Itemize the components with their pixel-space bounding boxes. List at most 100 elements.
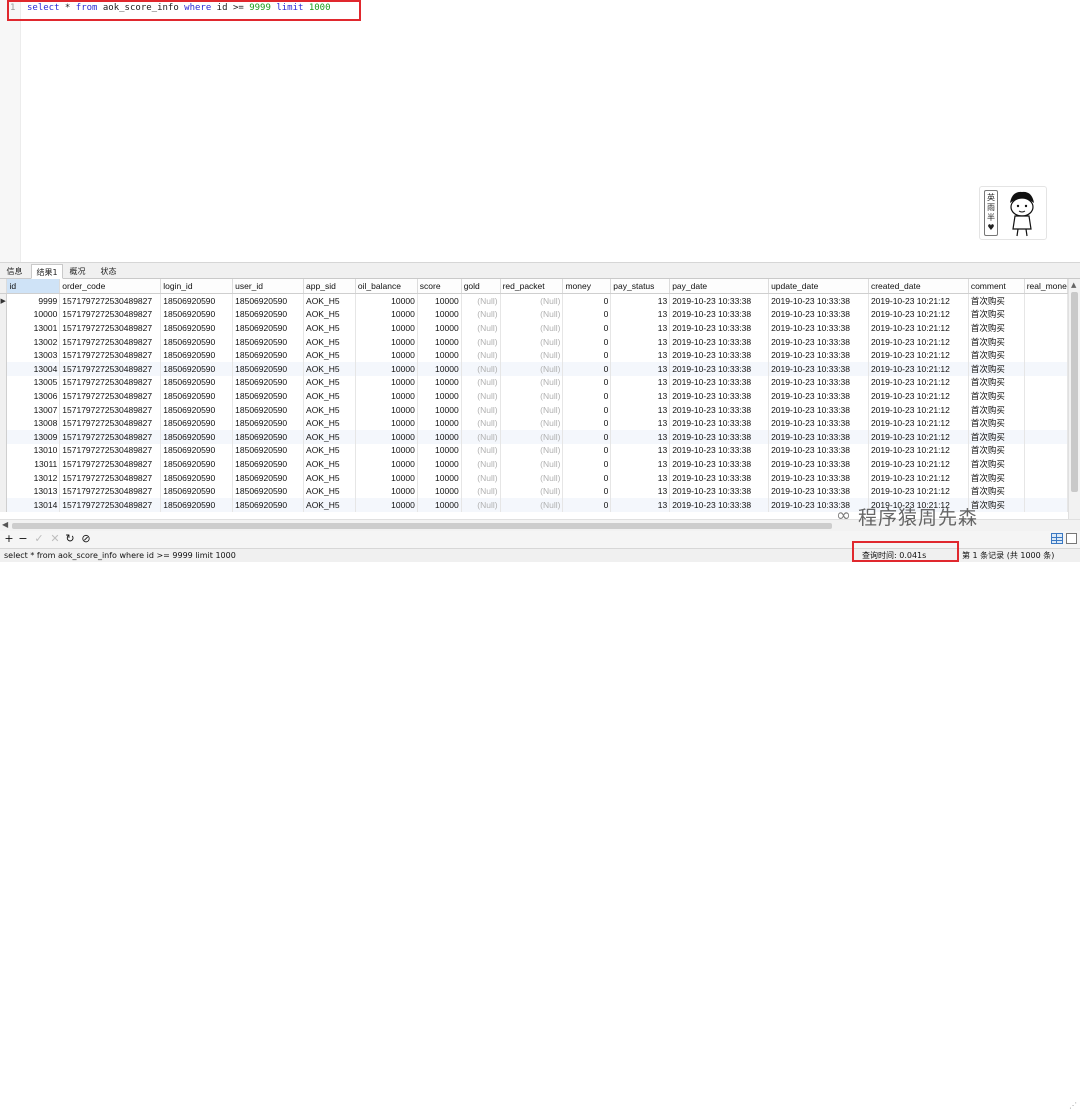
table-cell[interactable]: 2019-10-23 10:33:38 (768, 443, 869, 458)
table-cell[interactable]: 1571797272530489827 (59, 457, 162, 471)
table-cell[interactable]: 18506920590 (160, 457, 234, 471)
table-cell[interactable]: 18506920590 (160, 334, 234, 349)
table-cell[interactable]: 0 (562, 497, 612, 512)
table-cell[interactable]: AOK_H5 (303, 361, 356, 376)
table-cell[interactable]: 13 (610, 497, 671, 512)
table-cell[interactable]: 首次购买 (968, 457, 1025, 471)
table-cell[interactable]: 18506920590 (232, 293, 305, 308)
table-cell[interactable] (1024, 321, 1068, 335)
table-cell[interactable]: 2019-10-23 10:33:38 (669, 443, 770, 458)
table-cell[interactable]: 首次购买 (968, 375, 1025, 390)
table-cell[interactable]: 1571797272530489827 (59, 429, 162, 444)
table-cell[interactable]: 18506920590 (160, 470, 234, 485)
scroll-up-icon[interactable]: ▲ (1071, 281, 1076, 289)
tab-status[interactable]: 状态 (96, 264, 121, 279)
table-cell[interactable]: 2019-10-23 10:33:38 (669, 334, 770, 349)
tab-info[interactable]: 信息 (2, 264, 27, 279)
table-cell[interactable]: 2019-10-23 10:33:38 (669, 402, 770, 417)
table-cell[interactable]: 10000 (417, 429, 462, 444)
table-cell[interactable]: 2019-10-23 10:33:38 (669, 457, 770, 471)
table-cell[interactable]: (Null) (500, 334, 564, 349)
table-cell[interactable]: AOK_H5 (303, 497, 356, 512)
tab-profile[interactable]: 概况 (65, 264, 90, 279)
table-cell[interactable]: 1571797272530489827 (59, 416, 162, 430)
table-cell[interactable]: 2019-10-23 10:21:12 (868, 484, 969, 498)
table-cell[interactable]: 13 (610, 348, 671, 362)
table-cell[interactable]: 10000 (417, 470, 462, 485)
table-cell[interactable]: (Null) (461, 348, 501, 362)
table-cell[interactable]: 13 (610, 457, 671, 471)
table-cell[interactable]: 0 (562, 307, 612, 322)
row-indicator[interactable] (0, 348, 8, 362)
table-row[interactable]: 13001 1571797272530489827 18506920590 18506… (0, 321, 1068, 335)
table-cell[interactable]: 首次购买 (968, 402, 1025, 417)
table-cell[interactable]: 2019-10-23 10:33:38 (669, 293, 770, 308)
table-cell[interactable]: 18506920590 (232, 457, 305, 471)
table-cell[interactable] (1024, 484, 1068, 498)
table-row[interactable]: 13008 1571797272530489827 18506920590 18506… (0, 416, 1068, 430)
table-cell[interactable]: 0 (562, 361, 612, 376)
table-cell[interactable]: (Null) (461, 497, 501, 512)
table-cell[interactable]: 18506920590 (232, 348, 305, 362)
column-header-money[interactable]: money (562, 279, 612, 294)
table-cell[interactable]: 18506920590 (160, 497, 234, 512)
table-cell[interactable]: (Null) (461, 457, 501, 471)
table-cell[interactable]: 18506920590 (160, 484, 234, 498)
table-cell[interactable]: 10000 (417, 484, 462, 498)
table-cell[interactable]: 13 (610, 470, 671, 485)
row-indicator[interactable] (0, 389, 8, 403)
table-cell[interactable]: 13010 (6, 443, 61, 458)
table-row[interactable]: 13002 1571797272530489827 18506920590 18506… (0, 334, 1068, 349)
table-cell[interactable]: 2019-10-23 10:33:38 (768, 470, 869, 485)
table-cell[interactable]: 首次购买 (968, 429, 1025, 444)
row-indicator[interactable] (0, 470, 8, 485)
table-cell[interactable]: 18506920590 (232, 443, 305, 458)
table-cell[interactable]: 1571797272530489827 (59, 470, 162, 485)
table-cell[interactable]: (Null) (500, 443, 564, 458)
sql-editor[interactable]: 1 select * from aok_score_info where id … (0, 0, 1080, 262)
table-cell[interactable]: 0 (562, 402, 612, 417)
table-cell[interactable]: 2019-10-23 10:21:12 (868, 348, 969, 362)
table-cell[interactable]: 2019-10-23 10:33:38 (669, 470, 770, 485)
table-cell[interactable]: 2019-10-23 10:33:38 (768, 497, 869, 512)
column-header-pay-date[interactable]: pay_date (669, 279, 770, 294)
minus-icon[interactable]: − (16, 532, 30, 546)
table-cell[interactable]: 10000 (355, 484, 418, 498)
table-cell[interactable] (1024, 429, 1068, 444)
table-cell[interactable]: (Null) (461, 484, 501, 498)
table-cell[interactable]: 2019-10-23 10:33:38 (669, 389, 770, 403)
table-cell[interactable]: 18506920590 (232, 429, 305, 444)
table-cell[interactable]: 2019-10-23 10:33:38 (768, 361, 869, 376)
table-cell[interactable]: 13001 (6, 321, 61, 335)
row-indicator[interactable] (0, 307, 8, 322)
table-cell[interactable]: 10000 (417, 416, 462, 430)
table-cell[interactable]: 13009 (6, 429, 61, 444)
column-header-created-date[interactable]: created_date (868, 279, 969, 294)
table-cell[interactable]: 18506920590 (232, 402, 305, 417)
table-cell[interactable]: (Null) (461, 470, 501, 485)
table-cell[interactable]: (Null) (500, 375, 564, 390)
table-cell[interactable]: 13 (610, 429, 671, 444)
table-cell[interactable]: 2019-10-23 10:33:38 (768, 293, 869, 308)
table-cell[interactable]: 18506920590 (232, 416, 305, 430)
table-cell[interactable]: 10000 (417, 361, 462, 376)
table-cell[interactable]: 0 (562, 457, 612, 471)
table-cell[interactable]: 13008 (6, 416, 61, 430)
result-grid[interactable]: id order_code login_id user_id app_sid oil_ba… (0, 279, 1068, 519)
table-cell[interactable]: AOK_H5 (303, 293, 356, 308)
table-cell[interactable]: 2019-10-23 10:33:38 (669, 307, 770, 322)
table-cell[interactable]: 13014 (6, 497, 61, 512)
table-cell[interactable]: AOK_H5 (303, 429, 356, 444)
table-cell[interactable]: (Null) (500, 307, 564, 322)
table-cell[interactable]: 13 (610, 334, 671, 349)
table-cell[interactable]: 18506920590 (232, 334, 305, 349)
table-cell[interactable]: 13002 (6, 334, 61, 349)
table-cell[interactable]: 18506920590 (232, 307, 305, 322)
table-cell[interactable]: AOK_H5 (303, 443, 356, 458)
resize-grip-icon[interactable]: ⋰ (1069, 1099, 1077, 1112)
table-cell[interactable]: AOK_H5 (303, 307, 356, 322)
table-cell[interactable]: 2019-10-23 10:33:38 (669, 429, 770, 444)
table-cell[interactable]: 13004 (6, 361, 61, 376)
table-cell[interactable] (1024, 389, 1068, 403)
table-row[interactable]: 13006 1571797272530489827 18506920590 18506… (0, 389, 1068, 403)
